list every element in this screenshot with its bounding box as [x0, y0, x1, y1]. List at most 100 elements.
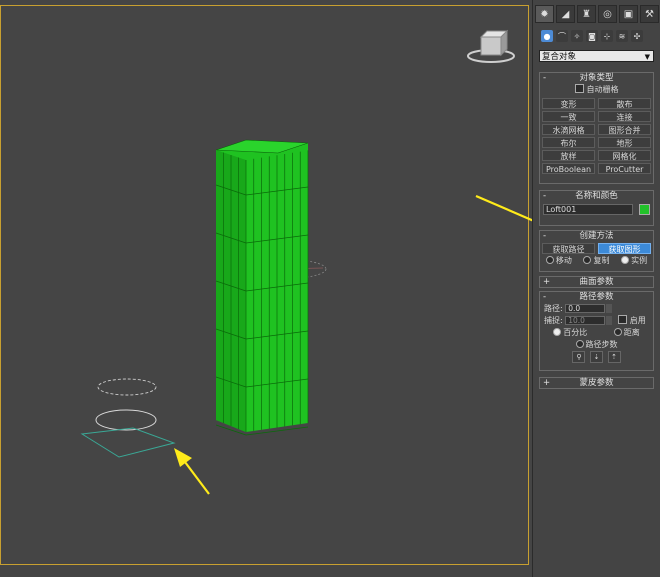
object-type-button[interactable]: 布尔 — [542, 137, 595, 148]
spinner-arrows-icon[interactable] — [606, 304, 613, 313]
spinner-arrows-icon[interactable] — [606, 316, 613, 325]
radio-icon — [613, 328, 622, 336]
next-shape-icon[interactable]: ⇡ — [607, 351, 621, 363]
object-type-button[interactable]: 地形 — [598, 137, 651, 148]
autogrid-checkbox[interactable] — [574, 84, 584, 93]
radio-icon — [575, 340, 584, 348]
object-type-button[interactable]: ProBoolean — [542, 163, 595, 174]
expand-icon: + — [543, 378, 551, 388]
radio-selected-icon — [621, 256, 630, 264]
object-type-button[interactable]: 变形 — [542, 98, 595, 109]
object-type-buttons: 变形 散布 一致 连接 水滴网格 图形合并 布尔 地形 放样 网格化 ProBoolean ProCu… — [540, 96, 653, 177]
lights-icon[interactable]: ✧ — [571, 30, 583, 42]
command-panel: ✹ ◢ ♜ ◎ ▣ ⚒ ● ⌒ ✧ ◙ ⊹ ≋ ✣ 复合对象 ▼ - 对象类型 … — [533, 0, 660, 577]
radio-selected-icon — [553, 328, 562, 336]
viewcube-icon[interactable] — [467, 29, 515, 63]
skin-params-rollout[interactable]: + 蒙皮参数 — [539, 377, 654, 389]
rollout-title: 创建方法 — [579, 231, 614, 241]
object-category-dropdown[interactable]: 复合对象 ▼ — [539, 50, 654, 62]
rollout-title: 对象类型 — [579, 73, 614, 83]
chevron-down-icon: ▼ — [644, 53, 650, 61]
create-tab-icon[interactable]: ✹ — [535, 5, 554, 23]
create-category-toolbar: ● ⌒ ✧ ◙ ⊹ ≋ ✣ — [541, 30, 659, 44]
geometry-icon[interactable]: ● — [541, 30, 553, 42]
radio-icon — [545, 256, 554, 264]
star-shape[interactable] — [97, 378, 157, 396]
autogrid-row: 自动栅格 — [540, 84, 653, 96]
viewport-canvas[interactable] — [0, 0, 532, 577]
path-params-rollout: - 路径参数 路径: 0.0 捕捉: 10.0 启用 百分比 距离 路径步数 ⚲… — [539, 291, 654, 371]
get-path-button[interactable]: 获取路径 — [542, 243, 595, 254]
object-name-field[interactable]: Loft001 — [543, 204, 633, 215]
snap-label: 捕捉: — [544, 316, 563, 325]
collapse-icon: - — [543, 73, 547, 83]
rollout-title: 曲面参数 — [579, 277, 614, 287]
utilities-tab-icon[interactable]: ⚒ — [640, 5, 659, 23]
name-row: Loft001 — [540, 202, 653, 220]
rollout-title: 名称和颜色 — [575, 191, 618, 201]
circle-shape[interactable] — [95, 409, 157, 431]
object-type-button[interactable]: ProCutter — [598, 163, 651, 174]
object-type-button[interactable]: 连接 — [598, 111, 651, 122]
instance-option[interactable]: 实例 — [621, 255, 647, 267]
collapse-icon: - — [543, 292, 547, 302]
spacewarps-icon[interactable]: ≋ — [616, 30, 628, 42]
helpers-icon[interactable]: ⊹ — [601, 30, 613, 42]
surface-params-rollout[interactable]: + 曲面参数 — [539, 276, 654, 288]
path-row: 路径: 0.0 — [540, 303, 653, 315]
collapse-icon: - — [543, 231, 547, 241]
pick-icons-row: ⚲ ⇣ ⇡ — [540, 351, 653, 365]
loft-object[interactable] — [215, 139, 309, 436]
shapes-icon[interactable]: ⌒ — [556, 30, 568, 42]
display-tab-icon[interactable]: ▣ — [619, 5, 638, 23]
previous-shape-icon[interactable]: ⇣ — [590, 351, 603, 363]
path-steps-row: 路径步数 — [540, 339, 653, 351]
collapse-icon: - — [543, 191, 547, 201]
rollout-title: 路径参数 — [579, 292, 614, 302]
get-shape-button[interactable]: 获取图形 — [598, 243, 651, 254]
path-label: 路径: — [544, 304, 563, 313]
pick-shape-icon[interactable]: ⚲ — [572, 351, 586, 363]
cameras-icon[interactable]: ◙ — [586, 30, 598, 42]
enable-label: 启用 — [629, 316, 646, 325]
autogrid-label: 自动栅格 — [586, 85, 619, 94]
rollout-header[interactable]: + 曲面参数 — [540, 277, 653, 288]
viewport[interactable] — [0, 0, 532, 577]
path-spinner[interactable]: 0.0 — [565, 304, 606, 313]
percent-option[interactable]: 百分比 — [553, 327, 587, 339]
annotation-arrow-to-path — [174, 448, 210, 495]
expand-icon: + — [543, 277, 551, 287]
rollout-header[interactable]: - 名称和颜色 — [540, 191, 653, 202]
creation-method-rollout: - 创建方法 获取路径 获取图形 移动 复制 实例 — [539, 230, 654, 272]
dropdown-value: 复合对象 — [542, 52, 577, 62]
object-type-button[interactable]: 图形合并 — [598, 124, 651, 135]
creation-options: 移动 复制 实例 — [540, 255, 653, 267]
snap-spinner[interactable]: 10.0 — [565, 316, 606, 325]
rectangle-path[interactable] — [80, 427, 176, 458]
object-type-button[interactable]: 放样 — [542, 150, 595, 161]
rollout-header[interactable]: - 对象类型 — [540, 73, 653, 84]
enable-snap-checkbox[interactable] — [617, 315, 627, 324]
rollout-header[interactable]: + 蒙皮参数 — [540, 378, 653, 389]
command-panel-tabs: ✹ ◢ ♜ ◎ ▣ ⚒ — [535, 5, 659, 23]
copy-option[interactable]: 复制 — [583, 255, 609, 267]
motion-tab-icon[interactable]: ◎ — [598, 5, 617, 23]
snap-row: 捕捉: 10.0 启用 — [540, 315, 653, 327]
rollout-header[interactable]: - 创建方法 — [540, 231, 653, 242]
rollout-title: 蒙皮参数 — [579, 378, 614, 388]
name-color-rollout: - 名称和颜色 Loft001 — [539, 190, 654, 226]
object-type-button[interactable]: 散布 — [598, 98, 651, 109]
hierarchy-tab-icon[interactable]: ♜ — [577, 5, 596, 23]
object-type-button[interactable]: 水滴网格 — [542, 124, 595, 135]
move-option[interactable]: 移动 — [545, 255, 572, 267]
distance-option[interactable]: 距离 — [613, 327, 640, 339]
object-type-button[interactable]: 网格化 — [598, 150, 651, 161]
systems-icon[interactable]: ✣ — [631, 30, 643, 42]
object-type-rollout: - 对象类型 自动栅格 变形 散布 一致 连接 水滴网格 图形合并 布尔 地形 放样 网格化 Pro… — [539, 72, 654, 184]
path-steps-option[interactable]: 路径步数 — [575, 340, 618, 349]
rollout-header[interactable]: - 路径参数 — [540, 292, 653, 303]
modify-tab-icon[interactable]: ◢ — [556, 5, 575, 23]
object-color-swatch[interactable] — [639, 204, 650, 215]
radio-icon — [583, 256, 592, 264]
object-type-button[interactable]: 一致 — [542, 111, 595, 122]
